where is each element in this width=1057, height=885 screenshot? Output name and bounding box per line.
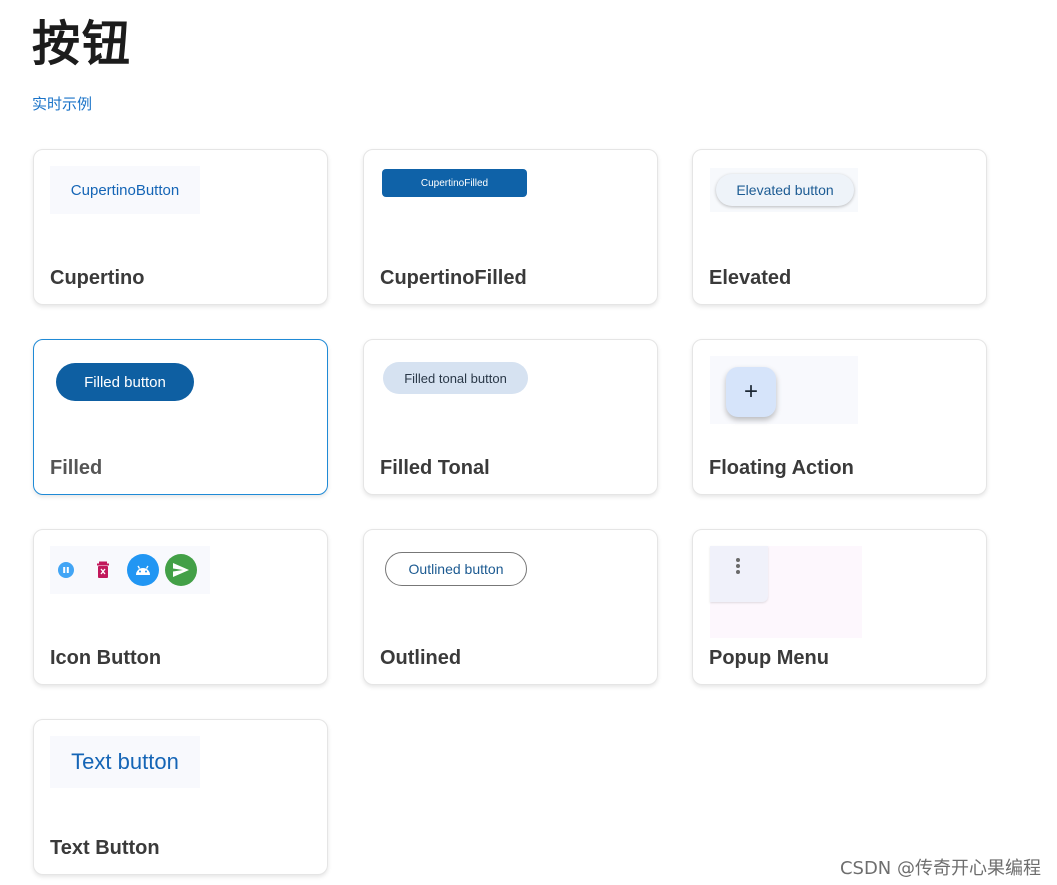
fab-preview: + [710,356,858,424]
card-title: Filled [50,457,103,479]
card-title: Elevated [709,267,792,289]
card-elevated[interactable]: Elevated button Elevated [692,149,987,305]
card-title: Icon Button [50,647,162,669]
page-title: 按钮 [32,16,133,72]
floating-action-button[interactable]: + [726,367,776,417]
card-title: Floating Action [709,457,854,479]
card-filled-tonal[interactable]: Filled tonal button Filled Tonal [363,339,658,495]
elevated-button[interactable]: Elevated button [716,174,854,206]
card-title: Text Button [50,837,160,859]
cupertino-button[interactable]: CupertinoButton [50,166,200,214]
outlined-button[interactable]: Outlined button [385,552,527,586]
filled-tonal-button[interactable]: Filled tonal button [383,362,528,394]
elevated-preview: Elevated button [710,168,858,212]
card-cupertino[interactable]: CupertinoButton Cupertino [33,149,328,305]
watermark: CSDN @传奇开心果编程 [839,858,1041,879]
card-title: Popup Menu [709,647,829,669]
card-outlined[interactable]: Outlined button Outlined [363,529,658,685]
card-title: CupertinoFilled [380,267,527,289]
send-icon[interactable] [165,554,197,586]
popup-menu-button[interactable] [710,546,768,602]
card-floating-action[interactable]: + Floating Action [692,339,987,495]
text-button[interactable]: Text button [50,736,200,788]
filled-button[interactable]: Filled button [56,363,194,401]
live-example-link[interactable]: 实时示例 [32,93,92,114]
delete-icon[interactable] [96,561,110,579]
card-title: Cupertino [50,267,145,289]
card-icon-button[interactable]: Icon Button [33,529,328,685]
card-filled[interactable]: Filled button Filled [33,339,328,495]
android-icon[interactable] [127,554,159,586]
card-cupertino-filled[interactable]: CupertinoFilled CupertinoFilled [363,149,658,305]
card-popup-menu[interactable]: Popup Menu [692,529,987,685]
card-title: Filled Tonal [380,457,490,479]
pause-icon[interactable] [58,562,74,578]
cupertino-filled-button[interactable]: CupertinoFilled [382,169,527,197]
card-text-button[interactable]: Text button Text Button [33,719,328,875]
more-vert-icon[interactable] [734,558,742,578]
icon-button-preview [50,546,210,594]
card-title: Outlined [380,647,462,669]
popup-menu-preview [710,546,862,638]
